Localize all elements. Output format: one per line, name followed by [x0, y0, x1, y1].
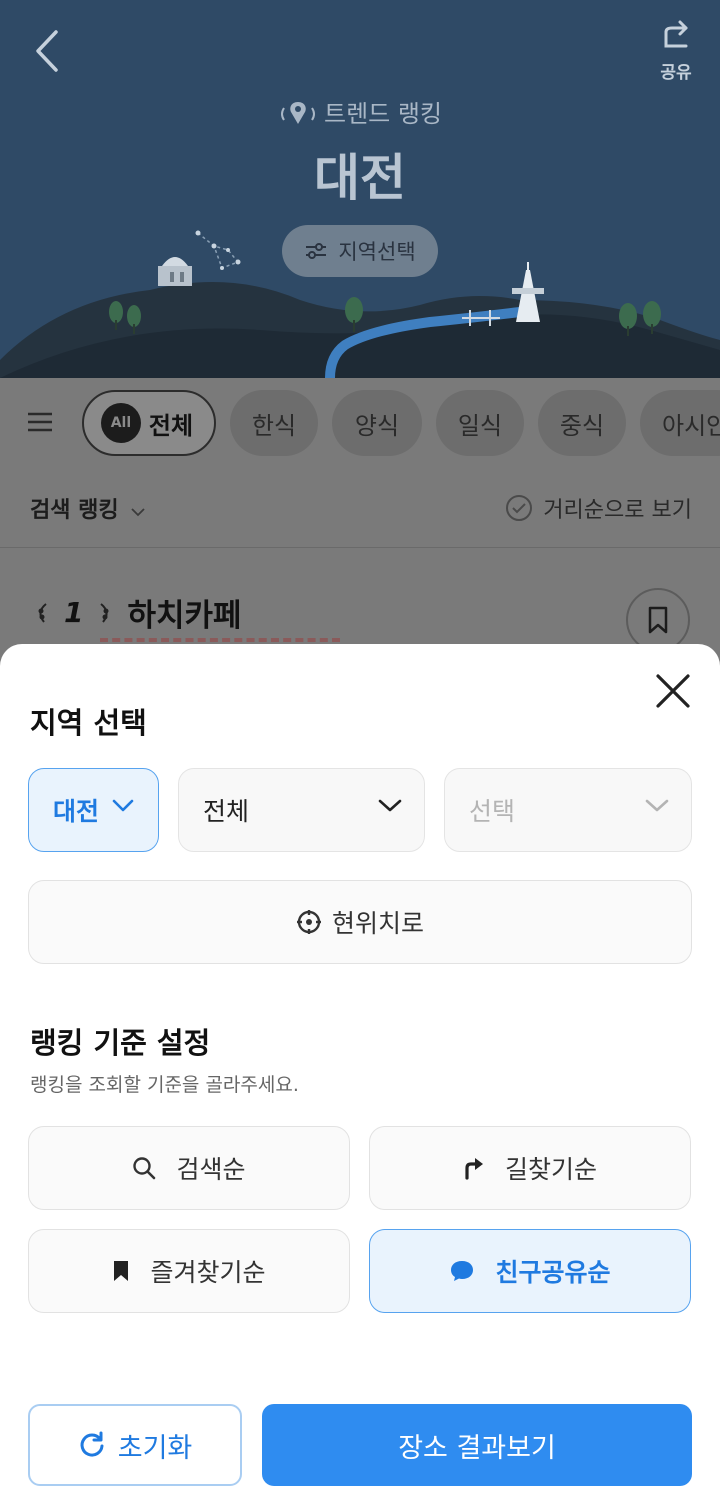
region-filter-sheet: 지역 선택 대전 전체 선택 현위치로 랭킹 기준 설정 랭킹을 조회할 기준을… [0, 644, 720, 1499]
search-icon [133, 1157, 156, 1180]
region-select-label: 지역선택 [338, 240, 416, 264]
check-circle-icon [506, 495, 533, 521]
refresh-icon [80, 1431, 104, 1457]
neighborhood-select-value: 선택 [469, 797, 516, 826]
chip-chinese[interactable]: 중식 [538, 390, 626, 456]
option-friend-share-order[interactable]: 친구공유순 [369, 1229, 691, 1313]
list-item[interactable]: 1 하치카페 [32, 590, 242, 635]
hero-subtitle: 트렌드 랭킹 [0, 94, 720, 132]
current-location-button[interactable]: 현위치로 [28, 880, 692, 964]
option-search-order[interactable]: 검색순 [28, 1126, 350, 1210]
share-button[interactable]: 공유 [650, 18, 702, 84]
hero-banner: 공유 트렌드 랭킹 대전 지역선택 [0, 0, 720, 378]
city-title: 대전 [314, 149, 406, 207]
chip-label: 중식 [559, 411, 605, 440]
city-select[interactable]: 대전 [28, 768, 159, 852]
reset-button[interactable]: 초기화 [28, 1404, 242, 1486]
close-icon [656, 674, 690, 708]
region-select-button[interactable]: 지역선택 [282, 225, 438, 277]
option-favorites-order[interactable]: 즐겨찾기순 [28, 1229, 350, 1313]
option-label: 즐겨찾기순 [150, 1258, 266, 1287]
distance-sort-label: 거리순으로 보기 [543, 498, 692, 523]
district-select-value: 전체 [203, 797, 250, 826]
chip-label: 전체 [148, 411, 194, 440]
share-label: 공유 [660, 63, 692, 83]
region-section-title: 지역 선택 [30, 706, 147, 740]
bookmark-icon [648, 606, 668, 634]
category-filter-bar: All 전체 한식 양식 일식 중식 아시안 [0, 378, 720, 470]
chip-asian[interactable]: 아시안 [640, 390, 720, 456]
chip-japanese[interactable]: 일식 [436, 390, 524, 456]
chevron-down-icon [645, 799, 669, 812]
ranking-type-label: 검색 랭킹 [30, 498, 119, 523]
option-label: 친구공유순 [495, 1258, 611, 1287]
chat-bubble-icon [451, 1261, 474, 1281]
chip-label: 양식 [354, 411, 400, 440]
hamburger-menu-icon [28, 412, 52, 432]
chevron-down-icon [112, 799, 134, 812]
chip-label: 한식 [251, 411, 297, 440]
chip-label: 아시안 [662, 411, 720, 440]
rank-number: 1 [64, 596, 84, 629]
all-badge: All [100, 403, 141, 443]
criteria-section-title: 랭킹 기준 설정 [30, 1026, 211, 1060]
reset-label: 초기화 [117, 1432, 193, 1464]
chevron-down-icon [378, 799, 402, 812]
bookmark-icon [114, 1261, 129, 1281]
option-label: 검색순 [176, 1155, 246, 1184]
share-icon [664, 20, 688, 48]
laurel-pin-icon [278, 100, 318, 132]
chevron-down-icon [131, 508, 145, 517]
place-name: 하치카페 [127, 598, 242, 634]
chevron-left-icon [36, 30, 58, 72]
chip-korean[interactable]: 한식 [230, 390, 318, 456]
option-label: 길찾기순 [504, 1155, 597, 1184]
close-button[interactable] [652, 670, 694, 712]
back-button[interactable] [28, 26, 72, 76]
subtitle-text: 트렌드 랭킹 [323, 100, 443, 128]
laurel-right-icon [100, 602, 109, 623]
criteria-description: 랭킹을 조회할 기준을 골라주세요. [30, 1074, 299, 1096]
rating-placeholder [100, 638, 340, 642]
ranking-type-dropdown[interactable]: 검색 랭킹 [30, 492, 146, 524]
neighborhood-select[interactable]: 선택 [444, 768, 692, 852]
district-select[interactable]: 전체 [178, 768, 425, 852]
city-select-value: 대전 [53, 797, 100, 826]
crosshair-icon [296, 910, 321, 934]
bookmark-button[interactable] [626, 588, 690, 652]
chip-label: 일식 [457, 411, 503, 440]
chip-all[interactable]: All 전체 [82, 390, 216, 456]
apply-label: 장소 결과보기 [398, 1432, 556, 1464]
distance-sort-toggle[interactable]: 거리순으로 보기 [505, 492, 692, 524]
apply-button[interactable]: 장소 결과보기 [262, 1404, 692, 1486]
turn-right-icon [465, 1158, 483, 1180]
menu-button[interactable] [26, 411, 54, 437]
sort-row: 검색 랭킹 거리순으로 보기 [0, 470, 720, 548]
slider-settings-icon [306, 243, 327, 259]
laurel-left-icon [38, 602, 47, 623]
chip-western[interactable]: 양식 [332, 390, 422, 456]
current-location-label: 현위치로 [331, 909, 424, 938]
option-directions-order[interactable]: 길찾기순 [369, 1126, 691, 1210]
